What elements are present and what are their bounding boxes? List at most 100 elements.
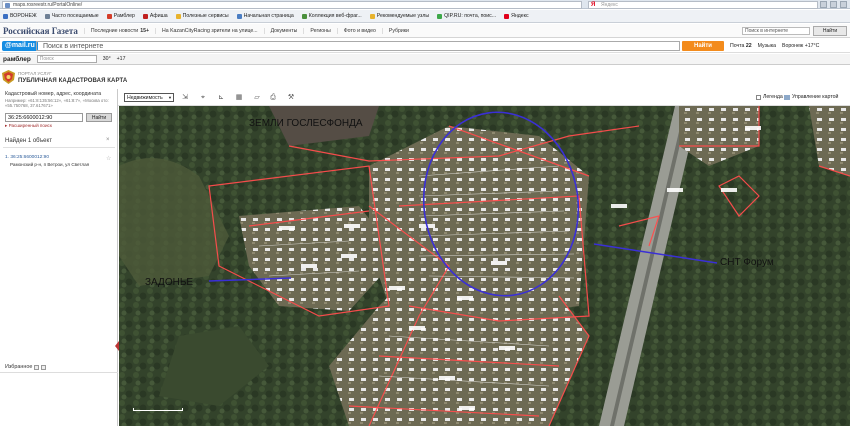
rg-photo-label: Фото и видео [343,27,376,34]
browser-search-placeholder: Яндекс [601,2,618,8]
bookmark-label: Начальная страница [243,13,294,19]
bookmark-label: QIP.RU: почта, поис... [444,13,497,19]
bookmark-item[interactable]: Коллекция веб-фраг... [301,13,362,19]
rg-photo[interactable]: Фото и видео [336,27,382,34]
portal-header: ПОРТАЛ УСЛУГ ПУБЛИЧНАЯ КАДАСТРОВАЯ КАРТА [0,66,850,89]
map-control-button[interactable]: Управление картой [784,94,838,100]
rambler-search-input[interactable]: Поиск [36,55,97,63]
bookmark-icon [236,13,242,19]
bookmark-label: Яндекс [511,13,529,19]
advanced-search-label: Расширенный поиск [8,123,52,128]
tools-icon[interactable]: ⚒ [286,93,296,102]
mail-label: Почта [730,43,745,49]
rg-logo[interactable]: Российская Газета [0,26,84,36]
bookmark-item[interactable]: Часто посещаемые [44,13,99,19]
select-icon[interactable]: ▱ [252,93,262,102]
minimize-button[interactable] [820,1,827,8]
search-hint: Кадастровый номер, адрес, координата [5,91,102,97]
favorites-section[interactable]: Избранное [5,364,47,370]
bookmark-label: Рекомендуемые узлы [376,13,430,19]
bookmark-item[interactable]: ВОРОНЕЖ [3,13,37,19]
bookmark-icon [3,13,8,19]
scale-bar [133,408,183,411]
mail-count: 22 [745,43,752,49]
site-favicon-icon [5,3,10,8]
rg-docs[interactable]: Документы [263,27,304,34]
bookmark-item[interactable]: Афиша [142,13,168,19]
cadastral-map[interactable]: ЗЕМЛИ ГОСЛЕСФОНДА ЗАДОНЬЕ СНТ Форум [119,106,850,426]
weather-link[interactable]: Воронеж +17°С [782,43,819,49]
advanced-search-link[interactable]: ▸ Расширенный поиск [5,123,52,129]
favorites-print-icon[interactable] [41,364,47,370]
rg-regions[interactable]: Регионы [303,27,336,34]
bookmark-label: Полезные сервисы [182,13,229,19]
rg-headline[interactable]: На KazanCityRacing зрители на улице... [155,27,264,34]
rosreestr-emblem-icon [2,70,15,84]
add-favorite-star-icon[interactable]: ☆ [106,155,111,162]
map-label-snt-forum: СНТ Форум [720,257,774,268]
map-label-zadone: ЗАДОНЬЕ [145,277,194,288]
browser-title-bar: maps.rosreestr.ru/PortalOnline/ Я Яндекс [0,0,850,9]
bookmark-item[interactable]: Яндекс [504,13,529,19]
legend-checkbox[interactable]: Легенда [756,94,783,100]
mail-find-button[interactable]: Найти [682,41,724,51]
bookmark-icon [504,13,510,19]
bookmark-item[interactable]: Рекомендуемые узлы [369,13,430,19]
result-cadastral-link[interactable]: 1. 36:25:6600012:90 [5,155,49,160]
bookmark-item[interactable]: Начальная страница [236,13,294,19]
search-sidebar: Кадастровый номер, адрес, координата Нап… [0,89,119,426]
rg-rubrics-label: Рубрики [388,27,409,34]
rambler-count[interactable]: +17 [117,56,126,62]
bookmark-label: Часто посещаемые [51,13,99,19]
rg-search-dropdown[interactable]: Поиск в интернете [742,27,810,35]
rg-rubrics[interactable]: Рубрики [381,27,415,34]
bookmark-icon [301,13,307,19]
bookmark-label: Рамблер [113,13,135,19]
mail-search-input[interactable]: Поиск в интернете [36,41,680,51]
favorites-settings-icon[interactable] [34,364,40,370]
print-icon[interactable]: ⎙ [268,93,278,102]
mail-search-placeholder: Поиск в интернете [43,43,104,50]
yandex-icon: Я [591,2,596,8]
bookmark-item[interactable]: Рамблер [106,13,135,19]
rambler-weather[interactable]: 30° [103,56,111,62]
mail-link[interactable]: Почта 22 [730,43,752,49]
close-window-button[interactable] [840,1,847,8]
map-control-label: Управление картой [792,94,839,100]
rg-age-badge: 15+ [140,27,150,34]
address-bar-url: maps.rosreestr.ru/PortalOnline/ [13,2,83,8]
portal-title: ПУБЛИЧНАЯ КАДАСТРОВАЯ КАРТА [18,78,128,84]
favorites-label: Избранное [5,364,33,370]
pan-icon[interactable]: ⇲ [180,93,190,102]
identify-icon[interactable]: ⌖ [198,93,208,102]
results-count: Найден 1 объект [5,138,52,144]
rambler-logo[interactable]: рамблер [3,56,31,63]
maximize-button[interactable] [830,1,837,8]
address-bar[interactable]: maps.rosreestr.ru/PortalOnline/ [2,1,582,9]
rg-latest-news[interactable]: Последние новости 15+ [83,27,155,34]
mail-logo[interactable]: @mail.ru [2,41,38,51]
divider [3,147,115,148]
rg-regions-label: Регионы [310,27,331,34]
mail-links: Почта 22 Музыка Воронеж +17°С [730,43,819,49]
find-button[interactable]: Найти [86,113,112,122]
mail-toolbar: @mail.ru Поиск в интернете Найти Почта 2… [0,39,850,53]
legend-checkbox-box[interactable] [756,94,761,100]
bookmark-label: Коллекция веб-фраг... [308,13,362,19]
bookmark-icon [369,13,375,19]
bookmark-label: ВОРОНЕЖ [10,13,37,19]
layer-select[interactable]: Недвижимость [124,93,174,102]
cadastral-search-input[interactable]: 36:25:6600012:90 [5,113,83,122]
divider [0,372,118,373]
bookmark-item[interactable]: Полезные сервисы [175,13,229,19]
rg-find-button[interactable]: Найти [813,26,847,36]
measure-icon[interactable]: ⊾ [216,93,226,102]
window-buttons [820,1,847,8]
area-icon[interactable]: ▦ [234,93,244,102]
music-link[interactable]: Музыка [758,43,776,49]
close-results-icon[interactable]: × [106,137,110,143]
browser-search-box[interactable]: Я Яндекс [588,1,818,9]
bookmark-item[interactable]: QIP.RU: почта, поис... [437,13,496,19]
bookmark-icon [142,13,148,19]
bookmark-icon [106,13,112,19]
